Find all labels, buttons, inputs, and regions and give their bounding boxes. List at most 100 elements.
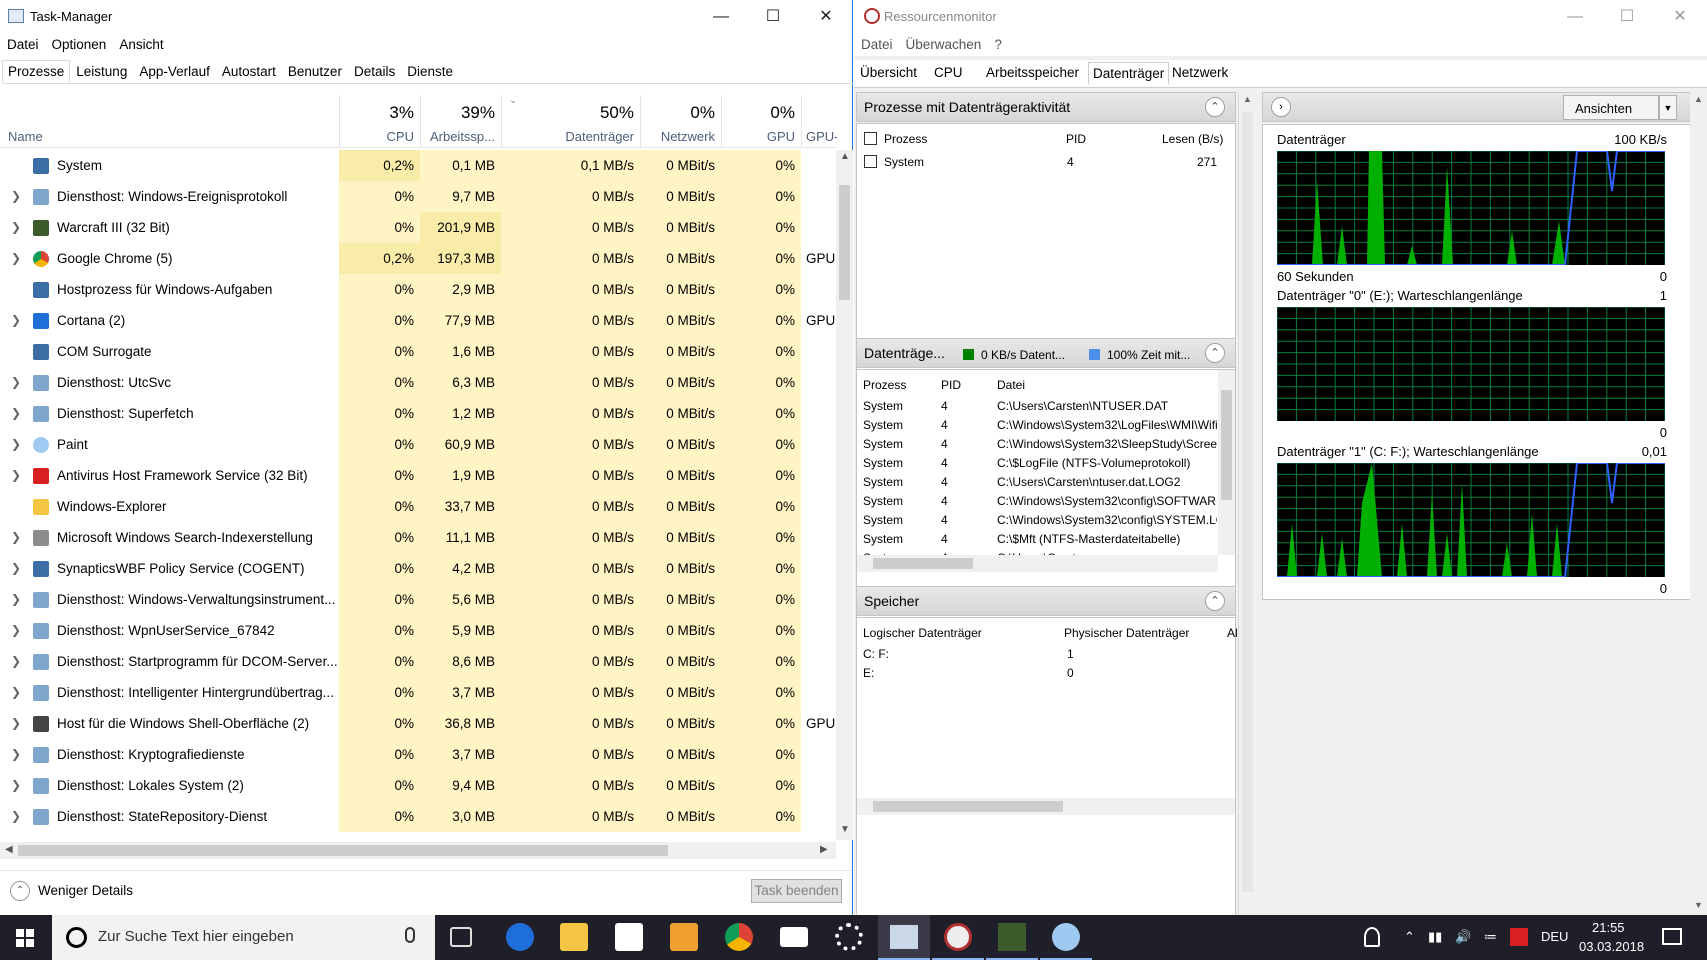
views-button[interactable]: Ansichten [1563,95,1659,120]
rm-left-vscrollbar[interactable]: ▲ [1238,92,1255,915]
rm-tab-netzwerk[interactable]: Netzwerk [1168,64,1232,81]
disk-header-prozess[interactable]: Prozess [863,378,906,392]
disk-header-datei[interactable]: Datei [997,378,1025,392]
process-row[interactable]: ❯ Paint 0% 60,9 MB 0 MB/s 0 MBit/s 0% [0,429,836,460]
scroll-up-icon[interactable]: ▲ [840,151,850,162]
end-task-button[interactable]: Task beenden [751,879,842,903]
expand-chevron-icon[interactable]: ❯ [11,739,21,770]
rm-menu-datei[interactable]: Datei [861,34,893,56]
process-row[interactable]: ❯ Diensthost: Windows-Ereignisprotokoll 0%… [0,181,836,212]
store-icon[interactable] [615,923,643,951]
expand-chevron-icon[interactable]: ❯ [11,522,21,553]
windows-start-icon[interactable] [16,929,34,947]
process-row[interactable]: ❯ Microsoft Windows Search-Indexerstellun… [0,522,836,553]
expand-chevron-icon[interactable]: ❯ [11,801,21,832]
tab-prozesse[interactable]: Prozesse [2,60,71,83]
tab-benutzer[interactable]: Benutzer [282,60,348,83]
disk-vscrollbar[interactable] [1218,370,1235,555]
menu-datei[interactable]: Datei [7,34,39,56]
process-row[interactable]: ❯ Google Chrome (5) 0,2% 197,3 MB 0 MB/s 0 MB… [0,243,836,274]
process-row[interactable]: COM Surrogate 0% 1,6 MB 0 MB/s 0 MBit/s 0% [0,336,836,367]
process-row[interactable]: ❯ Diensthost: Startprogramm für DCOM-Serv… [0,646,836,677]
process-row[interactable]: ❯ SynapticsWBF Policy Service (COGENT) 0% 4… [0,553,836,584]
disk-header-pid[interactable]: PID [941,378,961,392]
settings-gear-icon[interactable] [835,923,863,951]
people-icon[interactable] [1364,927,1380,947]
process-vscrollbar[interactable]: ▲ ▼ [836,150,853,840]
menu-optionen[interactable]: Optionen [52,34,107,56]
clock-date[interactable]: 03.03.2018 [1579,939,1644,954]
expand-chevron-icon[interactable]: ❯ [11,584,21,615]
col-gpu-engine[interactable]: GPU-Mo [801,95,837,147]
expand-chevron-icon[interactable]: ❯ [11,460,21,491]
process-row[interactable]: ❯ Diensthost: Windows-Verwaltungsinstrume… [0,584,836,615]
resmon-taskbar-item[interactable] [932,915,984,960]
proc-header-prozess[interactable]: Prozess [884,132,927,146]
expand-chevron-icon[interactable]: ❯ [11,429,21,460]
file-explorer-icon[interactable] [560,923,588,951]
col-disk[interactable]: ⌄ 50% Datenträger [501,95,640,147]
paint-taskbar-item[interactable] [1040,915,1092,960]
process-row[interactable]: ❯ Diensthost: Intelligenter Hintergrundüb… [0,677,836,708]
minimize-button[interactable]: — [698,0,744,34]
mail-icon[interactable] [780,927,808,947]
process-row[interactable]: Windows-Explorer 0% 33,7 MB 0 MB/s 0 MBit/s 0… [0,491,836,522]
col-memory[interactable]: 39% Arbeitssp... [420,95,501,147]
chevron-up-icon[interactable]: ⌃ [10,881,30,901]
rm-minimize-button[interactable]: — [1552,0,1598,34]
notification-center-icon[interactable] [1662,928,1682,945]
process-row[interactable]: ❯ Diensthost: UtcSvc 0% 6,3 MB 0 MB/s 0 MBit/… [0,367,836,398]
less-details-link[interactable]: Weniger Details [38,883,133,898]
expand-chevron-icon[interactable]: ❯ [11,181,21,212]
process-vscroll-thumb[interactable] [839,185,850,300]
tab-app-verlauf[interactable]: App-Verlauf [133,60,216,83]
tab-leistung[interactable]: Leistung [70,60,133,83]
expand-chevron-icon[interactable]: ❯ [11,305,21,336]
rm-tab-uebersicht[interactable]: Übersicht [856,64,921,81]
warcraft-taskbar-item[interactable] [986,915,1038,960]
process-row[interactable]: ❯ Diensthost: Kryptografiedienste 0% 3,7 MB… [0,739,836,770]
col-gpu[interactable]: 0% GPU [721,95,801,147]
microphone-icon[interactable] [405,927,415,943]
clock-time[interactable]: 21:55 [1592,920,1625,935]
antivirus-tray-icon[interactable] [1510,928,1528,946]
rm-tab-cpu[interactable]: CPU [930,64,967,81]
rm-menu-ueberwachen[interactable]: Überwachen [906,34,982,56]
process-row[interactable]: ❯ Warcraft III (32 Bit) 0% 201,9 MB 0 MB/s 0 … [0,212,836,243]
rm-maximize-button[interactable]: ☐ [1604,0,1650,34]
proc-header-read[interactable]: Lesen (B/s) [1162,132,1223,146]
col-network[interactable]: 0% Netzwerk [640,95,721,147]
expand-chevron-icon[interactable]: ❯ [11,367,21,398]
process-row[interactable]: ❯ Diensthost: WpnUserService_67842 0% 5,9 M… [0,615,836,646]
storage-panel-header[interactable]: Speicher ⌃ [856,586,1236,616]
expand-chevron-icon[interactable]: ❯ [11,708,21,739]
close-button[interactable]: ✕ [803,0,849,34]
expand-chevron-icon[interactable]: ❯ [11,677,21,708]
tray-chevron-up-icon[interactable]: ⌃ [1404,929,1415,945]
expand-chevron-icon[interactable]: ❯ [11,646,21,677]
process-row[interactable]: Hostprozess für Windows-Aufgaben 0% 2,9 MB… [0,274,836,305]
tab-autostart[interactable]: Autostart [216,60,282,83]
taskbar-search-box[interactable]: Zur Suche Text hier eingeben [52,915,435,960]
disk-hscrollbar[interactable] [857,555,1218,572]
storage-hscrollbar[interactable] [857,798,1235,815]
tab-dienste[interactable]: Dienste [401,60,459,83]
checkbox-system[interactable] [864,155,877,168]
volume-icon[interactable]: 🔊 [1455,929,1471,945]
process-row[interactable]: ❯ Diensthost: Lokales System (2) 0% 9,4 MB 0… [0,770,836,801]
process-row[interactable]: System 0,2% 0,1 MB 0,1 MB/s 0 MBit/s 0% [0,150,836,181]
edge-icon[interactable] [506,923,534,951]
process-row[interactable]: ❯ Cortana (2) 0% 77,9 MB 0 MB/s 0 MBit/s 0% GPU [0,305,836,336]
expand-chevron-icon[interactable]: ❯ [11,770,21,801]
process-row[interactable]: ❯ Diensthost: Superfetch 0% 1,2 MB 0 MB/s 0 M… [0,398,836,429]
views-dropdown-icon[interactable]: ▼ [1659,95,1677,120]
wifi-icon[interactable]: ≔ [1484,929,1497,945]
battery-icon[interactable]: ▮▮ [1428,929,1442,945]
col-name[interactable]: Name [0,95,339,147]
expand-chevron-icon[interactable]: ❯ [11,243,21,274]
expand-chevron-icon[interactable]: ❯ [11,615,21,646]
disk-panel-header[interactable]: Datenträge... 0 KB/s Datent... 100% Zeit… [856,338,1236,368]
scroll-left-icon[interactable]: ◀ [5,844,13,855]
language-indicator[interactable]: DEU [1541,929,1568,944]
process-row[interactable]: ❯ Diensthost: StateRepository-Dienst 0% 3,0… [0,801,836,832]
